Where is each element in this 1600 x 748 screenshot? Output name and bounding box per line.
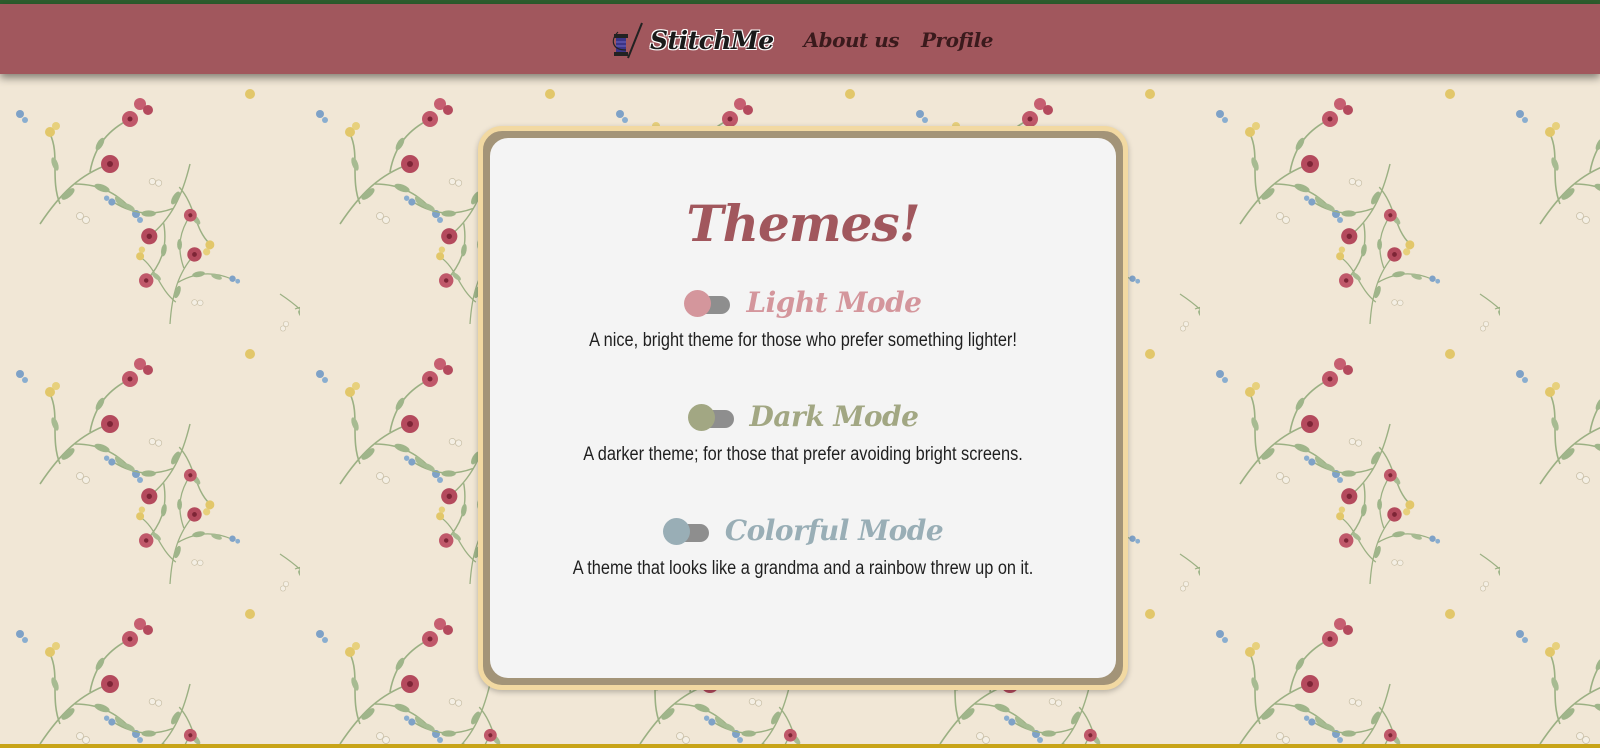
bottom-accent-bar [0,744,1600,748]
theme-row-dark: Dark Mode [490,400,1116,433]
colorful-mode-description: A theme that looks like a grandma and a … [572,558,1034,579]
dark-mode-description: A darker theme; for those that prefer av… [583,444,1023,465]
nav-link-profile[interactable]: Profile [921,28,993,52]
light-mode-description: A nice, bright theme for those who prefe… [589,330,1017,351]
top-navigation-bar: StitchMe About us Profile [0,4,1600,74]
light-mode-toggle[interactable] [684,289,732,317]
nav-content: StitchMe About us Profile [608,20,993,60]
colorful-mode-label: Colorful Mode [724,514,944,547]
toggle-knob [687,403,715,431]
dark-mode-toggle[interactable] [687,403,736,431]
toggle-knob [662,517,690,545]
theme-row-light: Light Mode [490,286,1116,319]
theme-row-colorful: Colorful Mode [490,514,1116,547]
themes-card: Themes! Light Mode A nice, bright theme … [490,138,1116,678]
light-mode-label: Light Mode [746,286,922,319]
brand-name: StitchMe [650,25,774,55]
nav-link-about-us[interactable]: About us [804,28,900,52]
dark-mode-label: Dark Mode [749,400,919,433]
brand-logo-link[interactable]: StitchMe [608,20,774,60]
toggle-knob [684,289,712,317]
colorful-mode-toggle[interactable] [662,517,711,545]
themes-title: Themes! [686,194,920,253]
needle-thread-spool-icon [612,22,643,59]
